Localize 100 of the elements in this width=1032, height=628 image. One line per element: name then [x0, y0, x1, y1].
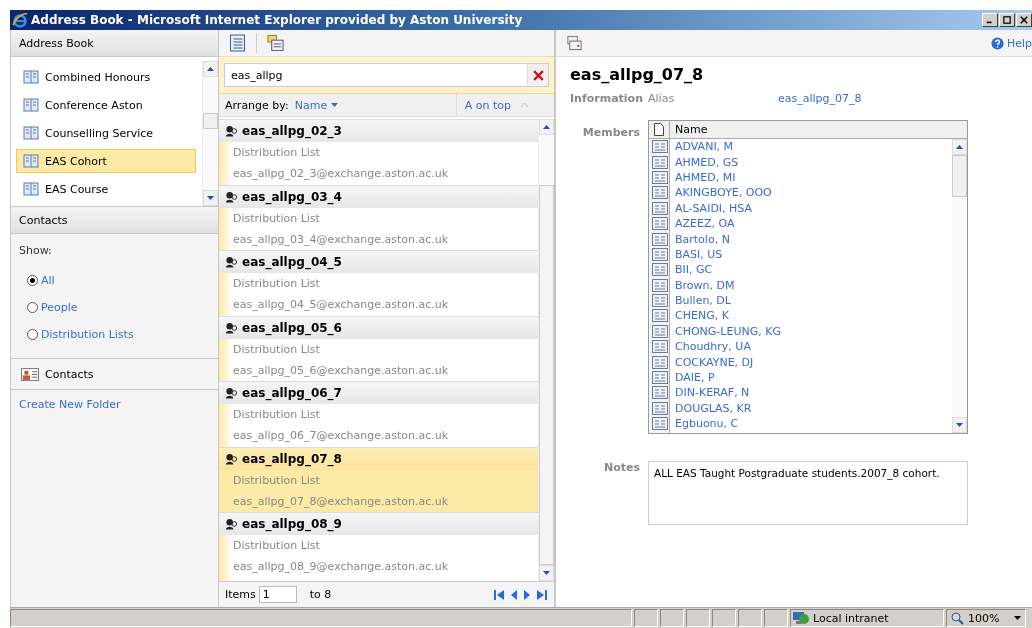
contact-card-icon	[21, 367, 39, 381]
scroll-thumb[interactable]	[539, 184, 554, 566]
entry-email: eas_allpg_04_5@exchange.aston.ac.uk	[232, 297, 450, 313]
contact-card-icon	[651, 278, 668, 292]
member-name[interactable]: Brown, DM	[670, 278, 735, 292]
folder-item[interactable]: Conference Aston	[16, 93, 196, 117]
scroll-down-icon[interactable]	[543, 571, 550, 576]
scrollbar[interactable]	[538, 119, 554, 581]
filter-radio[interactable]: People	[27, 294, 210, 321]
member-name[interactable]: COCKAYNE, DJ	[670, 355, 754, 369]
folder-item[interactable]: Counselling Service	[16, 121, 196, 145]
next-page-icon[interactable]	[523, 588, 531, 601]
previous-page-icon[interactable]	[510, 588, 518, 601]
member-name[interactable]: AKINGBOYE, OOO	[670, 186, 772, 200]
last-page-icon[interactable]	[536, 588, 548, 601]
entry-type: Distribution List	[232, 210, 321, 227]
contacts-folder[interactable]: Contacts	[11, 359, 218, 390]
entry-type: Distribution List	[232, 276, 321, 292]
folder-item[interactable]: EAS Cohort	[16, 149, 196, 173]
pane-title: Address Book	[19, 36, 94, 50]
list-entry[interactable]: eas_allpg_02_3 Distribution List eas_allpg_02_3@exchange.aston.ac.uk	[219, 119, 538, 185]
member-name[interactable]: AHMED, MI	[670, 170, 736, 184]
contact-card-icon	[651, 371, 668, 385]
items-label: Items	[225, 588, 256, 601]
member-name[interactable]: Bartolo, N	[670, 232, 730, 246]
book-icon	[23, 70, 39, 84]
folder-item[interactable]: EAS Course	[16, 177, 196, 201]
scroll-down-icon[interactable]	[207, 196, 214, 200]
scroll-down-icon[interactable]	[956, 423, 963, 427]
contact-card-icon	[651, 155, 668, 169]
maximize-button[interactable]	[999, 13, 1015, 27]
member-name[interactable]: BASI, US	[670, 247, 723, 261]
zoom-button[interactable]: 100%	[946, 609, 1026, 627]
status-pane	[738, 609, 762, 627]
list-entry[interactable]: eas_allpg_03_4 Distribution List eas_allpg_03_4@exchange.aston.ac.uk	[219, 184, 538, 250]
member-name[interactable]: DAIE, P	[670, 371, 715, 385]
scroll-thumb[interactable]	[952, 155, 967, 197]
list-view-icon[interactable]	[229, 34, 246, 52]
list-entry[interactable]: eas_allpg_05_6 Distribution List eas_allpg_05_6@exchange.aston.ac.uk	[219, 315, 538, 381]
member-name[interactable]: AL-SAIDI, HSA	[670, 201, 753, 215]
clear-search-button[interactable]	[527, 63, 549, 87]
close-button[interactable]	[1016, 13, 1032, 27]
member-name[interactable]: Choudhry, UA	[670, 340, 751, 354]
close-icon	[1020, 16, 1028, 24]
security-zone: Local intranet	[790, 609, 944, 627]
create-folder-link[interactable]: Create New Folder	[11, 390, 129, 419]
list-entry[interactable]: eas_allpg_04_5 Distribution List eas_allpg_04_5@exchange.aston.ac.uk	[219, 250, 538, 316]
browser-logo-icon	[12, 12, 28, 28]
member-name[interactable]: BII, GC	[670, 263, 713, 277]
help-link[interactable]: Help	[990, 36, 1032, 50]
minimize-button[interactable]	[982, 13, 998, 27]
scroll-up-icon[interactable]	[543, 124, 550, 129]
field-label: Members	[581, 126, 640, 139]
contact-card-icon	[651, 232, 668, 246]
entry-email: eas_allpg_06_7@exchange.aston.ac.uk	[232, 428, 450, 444]
arrange-dropdown[interactable]: Name	[292, 98, 341, 112]
caret-icon	[521, 103, 528, 107]
member-name[interactable]: CHONG-LEUNG, KG	[670, 324, 781, 338]
scrollbar[interactable]	[202, 61, 218, 206]
group-icon	[225, 321, 238, 334]
member-name[interactable]: DOUGLAS, KR	[670, 401, 752, 415]
folder-item[interactable]: Combined Honours	[16, 65, 196, 89]
entry-type: Distribution List	[232, 472, 321, 489]
envelope-card-icon[interactable]	[566, 34, 583, 52]
group-icon	[225, 190, 238, 203]
member-name[interactable]: ADVANI, M	[670, 140, 734, 154]
member-name[interactable]: Bullen, DL	[670, 294, 731, 308]
contact-card-icon	[651, 324, 668, 338]
list-entry[interactable]: eas_allpg_06_7 Distribution List eas_allpg_06_7@exchange.aston.ac.uk	[219, 381, 538, 447]
caret-icon	[1014, 616, 1021, 620]
member-name[interactable]: Egbuonu, C	[670, 417, 739, 431]
new-list-icon[interactable]	[267, 34, 284, 52]
status-pane	[660, 609, 684, 627]
scroll-up-icon[interactable]	[207, 67, 214, 71]
caret-icon	[331, 103, 339, 107]
alias-label: Alias	[648, 92, 676, 105]
search-field[interactable]: eas_allpg	[224, 63, 527, 87]
entry-email: eas_allpg_05_6@exchange.aston.ac.uk	[232, 362, 450, 379]
sort-order-button[interactable]: A on top	[455, 94, 536, 116]
contact-card-icon	[651, 186, 668, 200]
status-pane	[686, 609, 710, 627]
scroll-up-icon[interactable]	[956, 145, 963, 149]
alias-value: eas_allpg_07_8	[778, 92, 862, 105]
entry-type: Distribution List	[232, 341, 321, 358]
contact-card-icon	[651, 201, 668, 215]
member-name[interactable]: CHENG, K	[670, 309, 729, 323]
filter-radio[interactable]: Distribution Lists	[27, 321, 210, 348]
first-page-icon[interactable]	[493, 588, 505, 601]
member-name[interactable]: AHMED, GS	[670, 155, 739, 169]
column-header[interactable]: Name	[670, 121, 708, 138]
filter-radio[interactable]: All	[27, 267, 210, 294]
scroll-thumb[interactable]	[203, 113, 218, 129]
page-field[interactable]: 1	[258, 586, 297, 603]
scrollbar[interactable]	[952, 139, 967, 433]
contact-card-icon	[651, 217, 668, 231]
member-name[interactable]: AZEEZ, OA	[670, 217, 735, 231]
pane-title: Contacts	[19, 213, 68, 227]
list-entry[interactable]: eas_allpg_07_8 Distribution List eas_allpg_07_8@exchange.aston.ac.uk	[219, 446, 538, 512]
list-entry[interactable]: eas_allpg_08_9 Distribution List eas_allpg_08_9@exchange.aston.ac.uk	[219, 512, 538, 578]
member-name[interactable]: DIN-KERAF, N	[670, 386, 750, 400]
